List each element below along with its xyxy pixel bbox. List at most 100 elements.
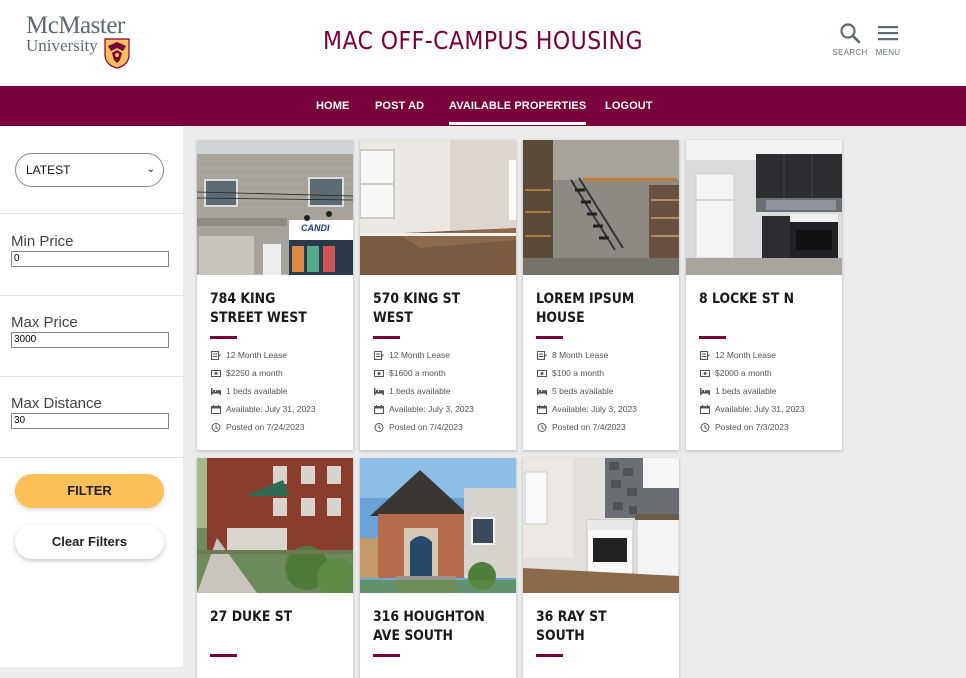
clock-icon <box>537 422 547 432</box>
listing-title[interactable]: 8 LOCKE ST N <box>699 290 816 309</box>
posted-row: Posted on 7/4/2023 <box>374 422 463 432</box>
money-icon <box>374 369 384 377</box>
search-button[interactable]: SEARCH <box>830 22 870 66</box>
calendar-icon <box>374 404 384 414</box>
posted-text: Posted on 7/24/2023 <box>226 422 305 432</box>
max-price-input[interactable]: 3000 <box>11 332 169 348</box>
title-accent-bar <box>699 336 726 339</box>
max-price-label: Max Price <box>11 314 78 331</box>
price-row: $1600 a month <box>374 368 446 378</box>
nav-logout[interactable]: LOGOUT <box>605 100 653 112</box>
calendar-icon <box>211 404 221 414</box>
divider <box>0 457 183 458</box>
hamburger-menu-icon <box>878 26 898 41</box>
listing-card[interactable]: CANDI 784 KING STREET WEST 12 Month Leas… <box>197 140 353 450</box>
filter-sidebar: LATEST ⌄ Min Price 0 Max Price 3000 Max … <box>0 126 183 667</box>
listing-title[interactable]: 784 KING STREET WEST <box>210 290 327 328</box>
listing-photo[interactable] <box>360 458 516 593</box>
posted-text: Posted on 7/4/2023 <box>552 422 626 432</box>
listing-title[interactable]: LOREM IPSUM HOUSE <box>536 290 653 328</box>
nav-home[interactable]: HOME <box>316 100 349 112</box>
beds-text: 1 beds available <box>715 386 777 396</box>
nav-post-ad[interactable]: POST AD <box>375 100 424 112</box>
beds-text: 5 beds available <box>552 386 614 396</box>
posted-text: Posted on 7/4/2023 <box>389 422 463 432</box>
chevron-down-icon: ⌄ <box>146 164 155 175</box>
main-nav: HOME POST AD AVAILABLE PROPERTIES LOGOUT <box>0 86 966 126</box>
money-icon <box>700 369 710 377</box>
calendar-icon <box>537 404 547 414</box>
bed-icon <box>211 387 221 395</box>
available-text: Available: July 31, 2023 <box>715 404 805 414</box>
price-row: $100 a month <box>537 368 604 378</box>
beds-row: 5 beds available <box>537 386 613 396</box>
listing-title[interactable]: 316 HOUGHTON AVE SOUTH <box>373 608 490 646</box>
listing-title[interactable]: 36 RAY ST SOUTH <box>536 608 653 646</box>
sort-select-value: LATEST <box>26 163 71 177</box>
max-distance-input[interactable]: 30 <box>11 413 169 429</box>
price-text: $2250 a month <box>226 368 283 378</box>
title-accent-bar <box>536 654 563 657</box>
max-distance-label: Max Distance <box>11 395 102 412</box>
posted-row: Posted on 7/24/2023 <box>211 422 304 432</box>
lease-icon <box>374 350 384 360</box>
title-accent-bar <box>210 336 237 339</box>
listing-photo[interactable] <box>686 140 842 275</box>
bed-icon <box>537 387 547 395</box>
site-header: McMaster University MAC OFF-CAMPUS HOUSI… <box>0 0 966 86</box>
menu-button[interactable]: MENU <box>868 22 908 66</box>
calendar-icon <box>700 404 710 414</box>
price-row: $2250 a month <box>211 368 283 378</box>
listing-card[interactable]: 8 LOCKE ST N 12 Month Lease $2000 a mont… <box>686 140 842 450</box>
listing-photo[interactable] <box>523 458 679 593</box>
title-accent-bar <box>373 336 400 339</box>
divider <box>0 213 183 214</box>
price-text: $2000 a month <box>715 368 772 378</box>
clock-icon <box>374 422 384 432</box>
listing-title[interactable]: 27 DUKE ST <box>210 608 327 627</box>
search-icon <box>840 23 861 44</box>
price-text: $1600 a month <box>389 368 446 378</box>
clock-icon <box>700 422 710 432</box>
store-sign-text: CANDI <box>301 223 330 233</box>
listing-title[interactable]: 570 KING ST WEST <box>373 290 490 328</box>
beds-row: 1 beds available <box>374 386 450 396</box>
menu-label: MENU <box>875 48 901 57</box>
listing-card[interactable]: LOREM IPSUM HOUSE 8 Month Lease $100 a m… <box>523 140 679 450</box>
sort-select[interactable]: LATEST ⌄ <box>15 153 164 187</box>
nav-available-properties[interactable]: AVAILABLE PROPERTIES <box>449 100 587 125</box>
posted-row: Posted on 7/4/2023 <box>537 422 626 432</box>
available-text: Available: July 3, 2023 <box>389 404 474 414</box>
price-text: $100 a month <box>552 368 604 378</box>
listing-card[interactable]: 36 RAY ST SOUTH <box>523 458 679 678</box>
title-accent-bar <box>536 336 563 339</box>
money-icon <box>211 369 221 377</box>
min-price-input[interactable]: 0 <box>11 251 169 267</box>
lease-text: 12 Month Lease <box>389 350 450 360</box>
posted-row: Posted on 7/3/2023 <box>700 422 789 432</box>
lease-icon <box>700 350 710 360</box>
available-row: Available: July 3, 2023 <box>374 404 474 414</box>
available-row: Available: July 31, 2023 <box>700 404 805 414</box>
lease-icon <box>211 350 221 360</box>
available-row: Available: July 3, 2023 <box>537 404 637 414</box>
divider <box>0 376 183 377</box>
bed-icon <box>374 387 384 395</box>
filter-button[interactable]: FILTER <box>15 474 164 508</box>
listing-card[interactable]: 27 DUKE ST <box>197 458 353 678</box>
listing-photo[interactable] <box>360 140 516 275</box>
lease-text: 8 Month Lease <box>552 350 609 360</box>
money-icon <box>537 369 547 377</box>
clear-filters-button[interactable]: Clear Filters <box>15 525 164 559</box>
listing-card[interactable]: 316 HOUGHTON AVE SOUTH <box>360 458 516 678</box>
title-accent-bar <box>210 654 237 657</box>
title-accent-bar <box>373 654 400 657</box>
divider <box>0 295 183 296</box>
listing-photo[interactable]: CANDI <box>197 140 353 275</box>
lease-row: 12 Month Lease <box>211 350 287 360</box>
posted-text: Posted on 7/3/2023 <box>715 422 789 432</box>
listing-photo[interactable] <box>197 458 353 593</box>
listing-photo[interactable] <box>523 140 679 275</box>
beds-text: 1 beds available <box>226 386 288 396</box>
listing-card[interactable]: 570 KING ST WEST 12 Month Lease $1600 a … <box>360 140 516 450</box>
